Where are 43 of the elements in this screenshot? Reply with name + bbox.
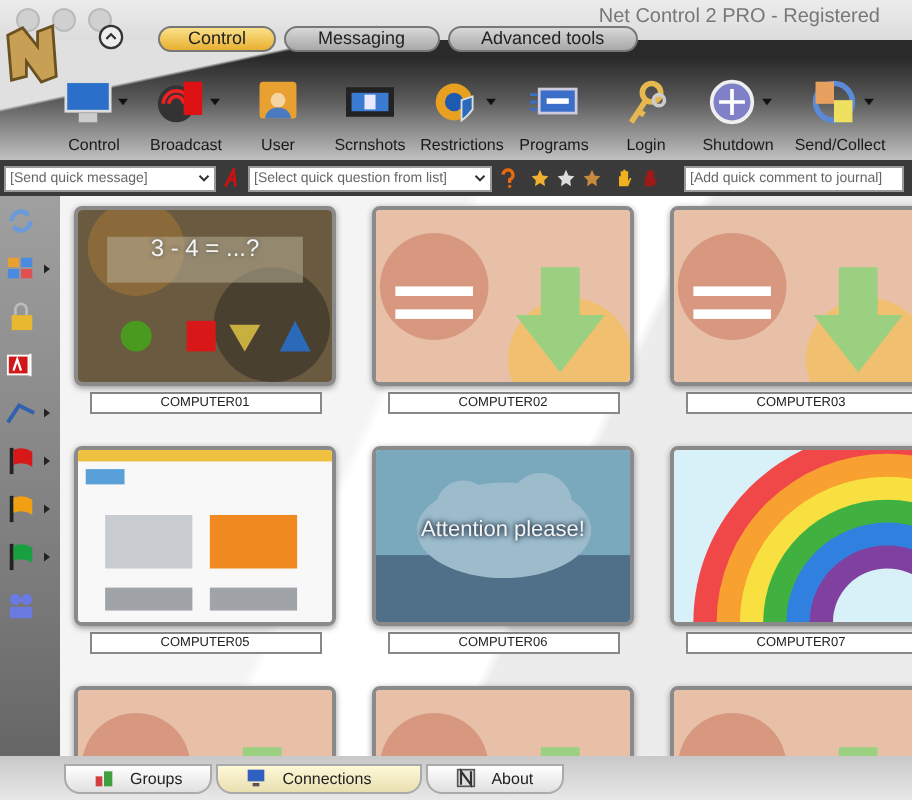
connector-icon[interactable] [6, 397, 36, 427]
zoom-button[interactable] [88, 8, 112, 32]
toolbar-button[interactable]: Restrictions [416, 72, 508, 154]
logo-icon [4, 24, 60, 84]
toolbar-button[interactable]: Login [600, 72, 692, 154]
collapse-icon[interactable] [98, 24, 124, 50]
text-cursor-icon[interactable] [6, 349, 36, 379]
toolbar-button[interactable]: Shutdown [692, 72, 784, 154]
tab[interactable]: Groups [64, 763, 213, 793]
tab[interactable]: Connections [216, 763, 422, 793]
tab[interactable]: Messaging [284, 26, 440, 52]
toolbar-button[interactable]: Broadcast [140, 72, 232, 154]
question-icon[interactable] [498, 168, 518, 188]
flag-icon[interactable] [6, 445, 36, 475]
broadcast-icon [153, 78, 205, 126]
tab[interactable]: Control [158, 26, 277, 52]
toolbar-button[interactable]: Programs [508, 72, 600, 154]
star-icon[interactable] [582, 168, 602, 188]
group-icon [94, 768, 114, 788]
flag-icon[interactable] [6, 493, 36, 523]
tab[interactable]: Advanced tools [447, 26, 639, 52]
font-icon[interactable] [222, 168, 242, 188]
toolbar-button[interactable]: Send/Collect [784, 72, 896, 154]
flag-icon[interactable] [6, 541, 36, 571]
monitor-icon [246, 768, 267, 788]
screen-text: Attention please! [419, 518, 587, 542]
toolbar-button[interactable]: Scrnshots [324, 72, 416, 154]
dropdown-icon[interactable] [474, 173, 486, 181]
toolbar-button[interactable]: User [232, 72, 324, 154]
power-icon [705, 78, 757, 126]
toolbar-button[interactable]: Control [48, 72, 140, 154]
close-button[interactable] [16, 8, 40, 32]
minimize-button[interactable] [52, 8, 76, 32]
star-icon[interactable] [530, 168, 550, 188]
documents-icon [807, 78, 859, 126]
monitor-icon [61, 78, 113, 126]
screen-text: 3 - 4 = ...? [148, 234, 262, 262]
dropdown-icon[interactable] [198, 173, 210, 181]
hand-icon[interactable] [614, 168, 634, 188]
star-icon[interactable] [556, 168, 576, 188]
window-title: Net Control 2 PRO - Registered [598, 5, 880, 27]
tab[interactable]: About [425, 763, 564, 793]
logo-icon [455, 768, 476, 788]
